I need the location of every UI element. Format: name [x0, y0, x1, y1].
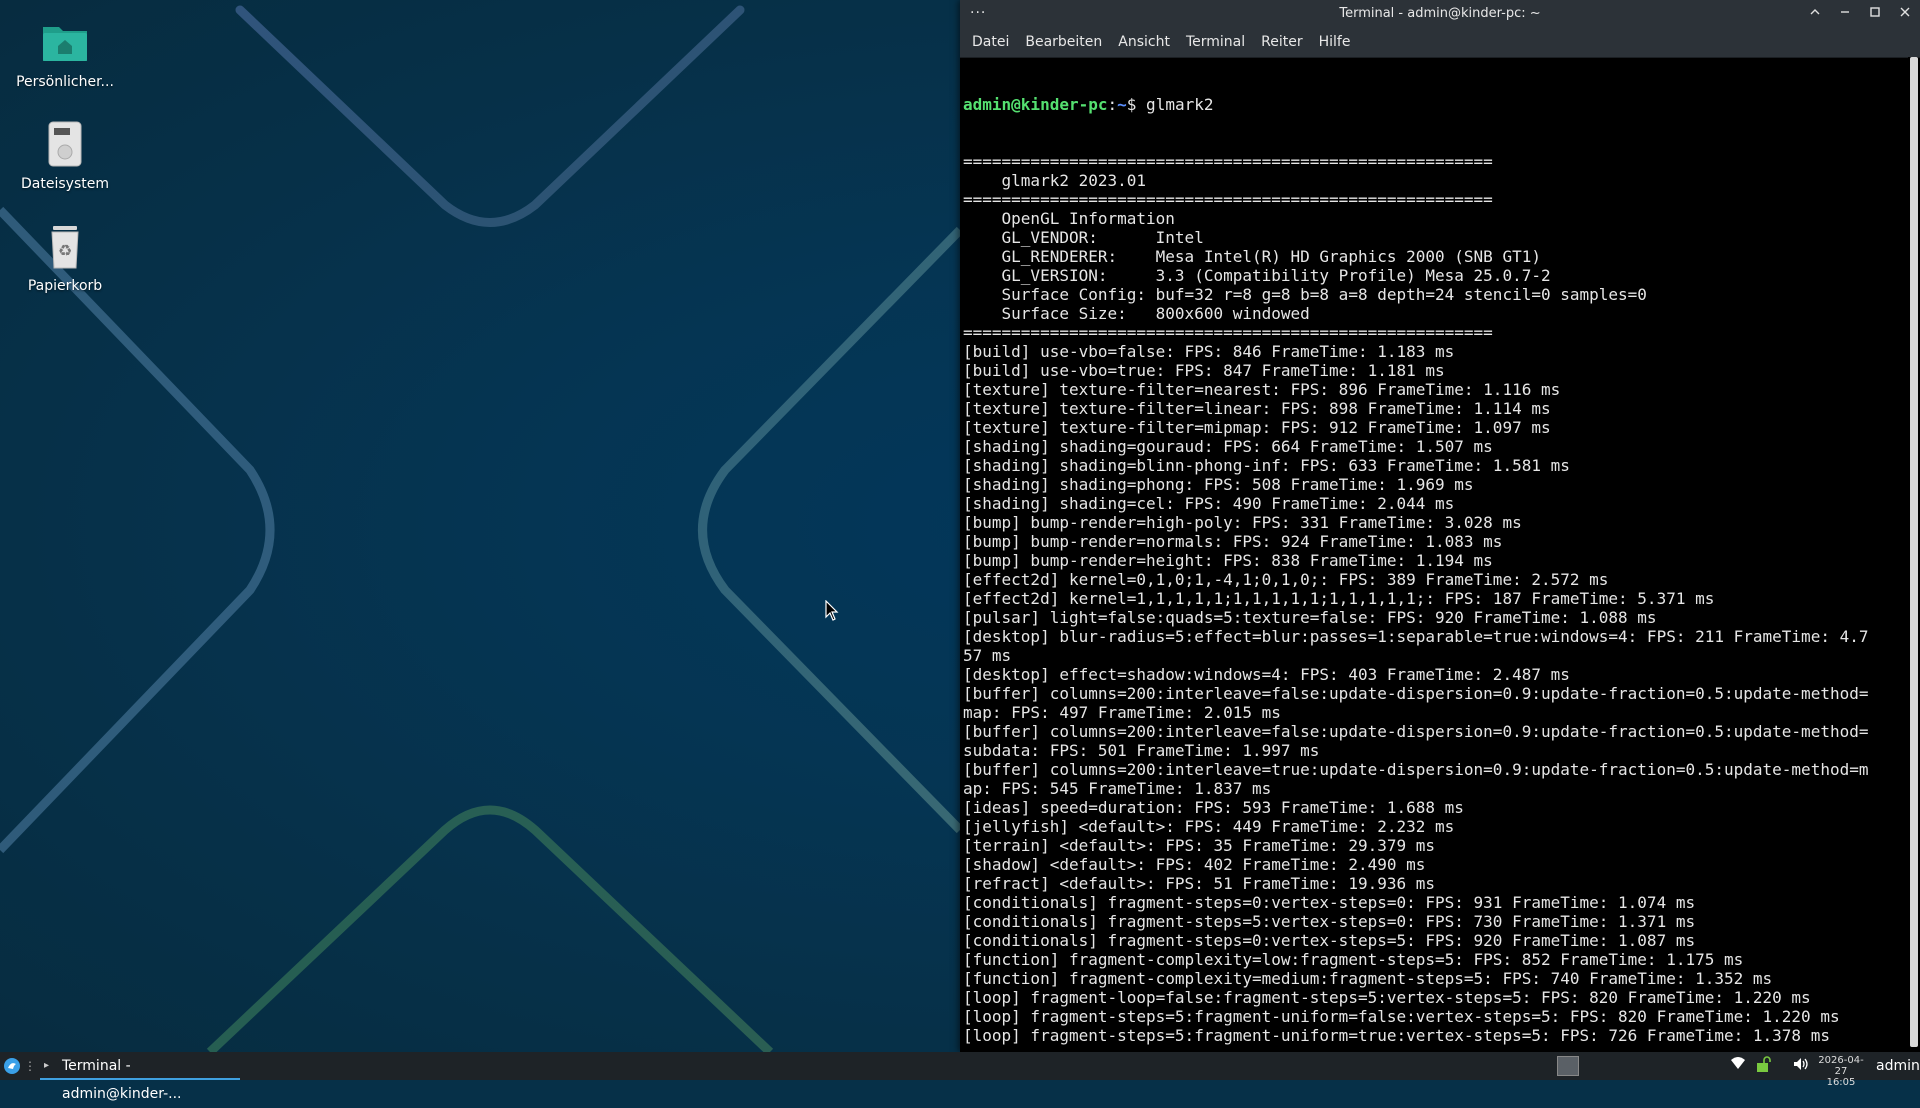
output-line: [conditionals] fragment-steps=0:vertex-s… — [963, 893, 1696, 912]
output-line: [jellyfish] <default>: FPS: 449 FrameTim… — [963, 817, 1455, 836]
svg-text:♻: ♻ — [58, 241, 72, 260]
desktop-icon-label: Papierkorb — [27, 278, 103, 294]
desktop-icon-home[interactable]: Persönlicher... — [10, 18, 120, 90]
output-line: ========================================… — [963, 190, 1493, 209]
keyring-lock-icon[interactable] — [1755, 1055, 1771, 1077]
output-line: ========================================… — [963, 323, 1493, 342]
menu-reiter[interactable]: Reiter — [1253, 28, 1310, 57]
menu-datei[interactable]: Datei — [964, 28, 1017, 57]
mouse-pointer-icon — [825, 600, 839, 621]
output-line: [effect2d] kernel=0,1,0;1,-4,1;0,1,0;: F… — [963, 570, 1609, 589]
output-line: [loop] fragment-steps=5:fragment-uniform… — [963, 1026, 1830, 1045]
output-line: Surface Config: buf=32 r=8 g=8 b=8 a=8 d… — [963, 285, 1647, 304]
output-line: map: FPS: 497 FrameTime: 2.015 ms — [963, 703, 1281, 722]
volume-icon[interactable] — [1792, 1055, 1810, 1077]
taskbar-item-label: Terminal - admin@kinder-... — [62, 1058, 182, 1102]
terminal-window[interactable]: ··· Terminal - admin@kinder-pc: ~ Datei B… — [960, 0, 1920, 1052]
output-line: [texture] texture-filter=mipmap: FPS: 91… — [963, 418, 1551, 437]
clock[interactable]: 2026-04-27 16:05 — [1815, 1055, 1867, 1088]
shade-icon[interactable] — [1800, 0, 1830, 28]
panel-separator: ⋮ — [24, 1059, 36, 1073]
output-line: [loop] fragment-steps=5:fragment-uniform… — [963, 1007, 1840, 1026]
output-line: [buffer] columns=200:interleave=true:upd… — [963, 760, 1869, 779]
output-line: Surface Size: 800x600 windowed — [963, 304, 1310, 323]
window-titlebar[interactable]: ··· Terminal - admin@kinder-pc: ~ — [960, 0, 1920, 28]
output-line: [ideas] speed=duration: FPS: 593 FrameTi… — [963, 798, 1464, 817]
output-line: [effect2d] kernel=1,1,1,1,1;1,1,1,1,1;1,… — [963, 589, 1715, 608]
clock-date: 2026-04-27 — [1818, 1055, 1864, 1077]
command-text: glmark2 — [1136, 95, 1214, 114]
output-line: GL_RENDERER: Mesa Intel(R) HD Graphics 2… — [963, 247, 1541, 266]
output-line: [bump] bump-render=height: FPS: 838 Fram… — [963, 551, 1493, 570]
output-line: [loop] fragment-loop=false:fragment-step… — [963, 988, 1811, 1007]
close-icon[interactable] — [1890, 0, 1920, 28]
terminal-output[interactable]: admin@kinder-pc:~$ glmark2 =============… — [963, 57, 1903, 1047]
output-lines: ========================================… — [963, 152, 1903, 1047]
trash-icon: ♻ — [51, 226, 79, 269]
output-line: [shadow] <default>: FPS: 402 FrameTime: … — [963, 855, 1426, 874]
scrollbar[interactable] — [1908, 57, 1918, 1047]
maximize-icon[interactable] — [1860, 0, 1890, 28]
output-line: [function] fragment-complexity=medium:fr… — [963, 969, 1773, 988]
output-line: subdata: FPS: 501 FrameTime: 1.997 ms — [963, 741, 1320, 760]
output-line: GL_VENDOR: Intel — [963, 228, 1204, 247]
prompt-user: admin@kinder-pc — [963, 95, 1108, 114]
output-line: ap: FPS: 545 FrameTime: 1.837 ms — [963, 779, 1272, 798]
menu-ansicht[interactable]: Ansicht — [1110, 28, 1178, 57]
output-line: [desktop] effect=shadow:windows=4: FPS: … — [963, 665, 1570, 684]
menu-terminal[interactable]: Terminal — [1178, 28, 1253, 57]
taskbar: ⋮ ▸ Terminal - admin@kinder-... 2026-04-… — [0, 1052, 1920, 1102]
output-line: [conditionals] fragment-steps=5:vertex-s… — [963, 912, 1696, 931]
menu-bearbeiten[interactable]: Bearbeiten — [1017, 28, 1110, 57]
wifi-icon[interactable] — [1730, 1056, 1746, 1074]
output-line: [shading] shading=blinn-phong-inf: FPS: … — [963, 456, 1570, 475]
output-line: [terrain] <default>: FPS: 35 FrameTime: … — [963, 836, 1436, 855]
output-line: ========================================… — [963, 152, 1493, 171]
window-title: Terminal - admin@kinder-pc: ~ — [1339, 6, 1541, 21]
output-line: [shading] shading=phong: FPS: 508 FrameT… — [963, 475, 1474, 494]
output-line: [pulsar] light=false:quads=5:texture=fal… — [963, 608, 1657, 627]
prompt-path: ~ — [1117, 95, 1127, 114]
output-line: OpenGL Information — [963, 209, 1175, 228]
clock-time: 16:05 — [1826, 1077, 1856, 1088]
output-line: [buffer] columns=200:interleave=false:up… — [963, 684, 1869, 703]
output-line: [shading] shading=cel: FPS: 490 FrameTim… — [963, 494, 1455, 513]
taskbar-item-terminal[interactable]: ▸ Terminal - admin@kinder-... — [40, 1052, 240, 1102]
output-line: 57 ms — [963, 646, 1012, 665]
output-line: ========================================… — [963, 1045, 1903, 1047]
desktop-icon-filesystem[interactable]: Dateisystem — [10, 120, 120, 192]
minimize-icon[interactable] — [1830, 0, 1860, 28]
output-line: [build] use-vbo=false: FPS: 846 FrameTim… — [963, 342, 1455, 361]
drive-icon — [48, 121, 82, 167]
output-line: [texture] texture-filter=nearest: FPS: 8… — [963, 380, 1561, 399]
desktop-icon-label: Persönlicher... — [16, 74, 114, 90]
desktop-icon-label: Dateisystem — [21, 176, 109, 192]
desktop-icon-trash[interactable]: ♻ Papierkorb — [10, 222, 120, 294]
output-line: [buffer] columns=200:interleave=false:up… — [963, 722, 1869, 741]
prompt-line: admin@kinder-pc:~$ glmark2 — [963, 95, 1903, 114]
output-line: GL_VERSION: 3.3 (Compatibility Profile) … — [963, 266, 1551, 285]
home-folder-icon — [43, 27, 87, 61]
terminal-app-icon: ▸ — [44, 1060, 50, 1071]
output-line: [refract] <default>: FPS: 51 FrameTime: … — [963, 874, 1436, 893]
prompt-colon: : — [1107, 95, 1118, 114]
tray-terminal-icon[interactable] — [1557, 1056, 1579, 1076]
output-line: [conditionals] fragment-steps=0:vertex-s… — [963, 931, 1696, 950]
output-line: [texture] texture-filter=linear: FPS: 89… — [963, 399, 1551, 418]
output-line: [bump] bump-render=high-poly: FPS: 331 F… — [963, 513, 1522, 532]
output-line: glmark2 2023.01 — [963, 171, 1147, 190]
user-menu[interactable]: admin — [1876, 1052, 1920, 1080]
start-menu-icon[interactable] — [3, 1057, 21, 1075]
output-line: [desktop] blur-radius=5:effect=blur:pass… — [963, 627, 1869, 646]
menubar: Datei Bearbeiten Ansicht Terminal Reiter Hilf… — [960, 28, 1920, 58]
prompt-suffix: $ — [1126, 95, 1137, 114]
scrollbar-thumb[interactable] — [1910, 57, 1918, 1047]
output-line: [bump] bump-render=normals: FPS: 924 Fra… — [963, 532, 1503, 551]
output-line: [shading] shading=gouraud: FPS: 664 Fram… — [963, 437, 1493, 456]
menu-hilfe[interactable]: Hilfe — [1311, 28, 1359, 57]
output-line: [build] use-vbo=true: FPS: 847 FrameTime… — [963, 361, 1445, 380]
output-line: [function] fragment-complexity=low:fragm… — [963, 950, 1744, 969]
